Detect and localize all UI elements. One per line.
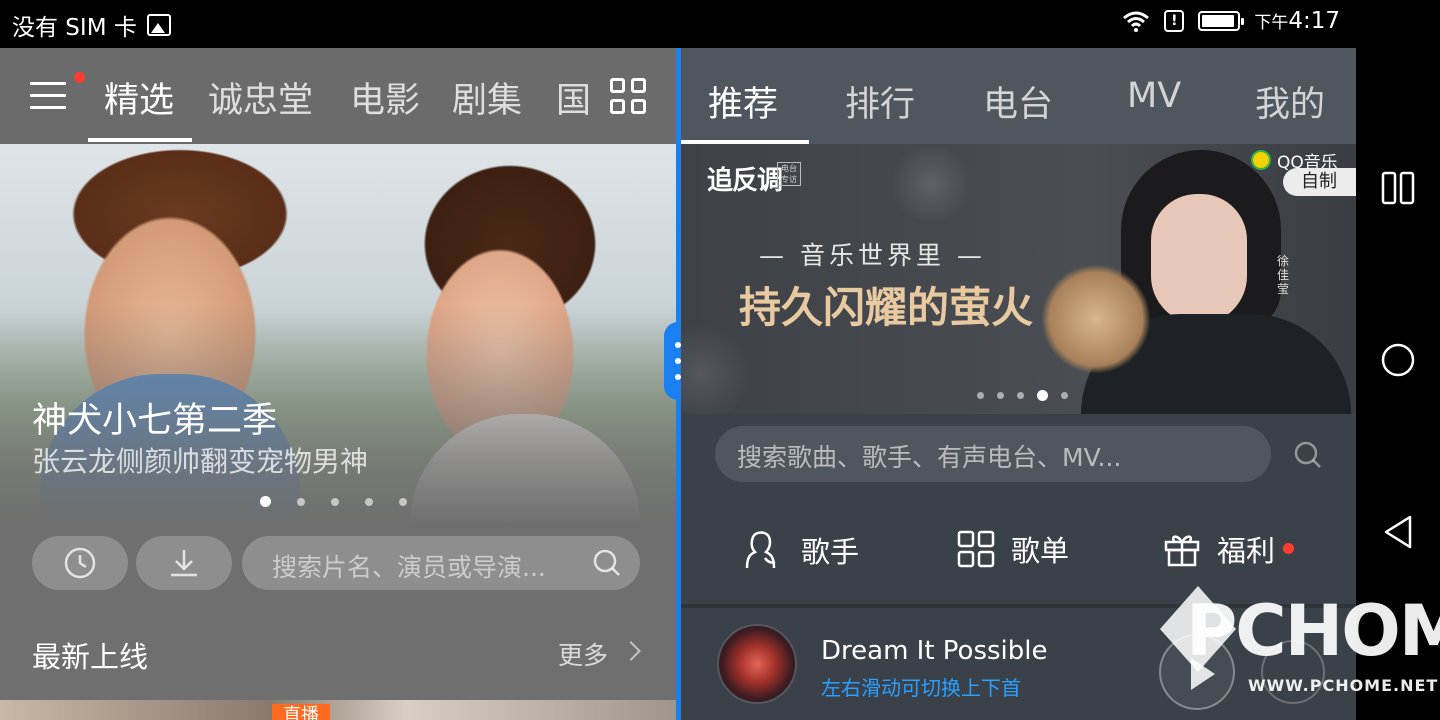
music-banner[interactable]: 追反调 电台专访 — 音乐世界里 — 持久闪耀的萤火 QQ音乐 自制 徐佳莹	[681, 144, 1356, 414]
time-period: 下午	[1254, 13, 1289, 33]
album-art[interactable]	[717, 624, 797, 704]
tab-movies[interactable]: 电影	[350, 72, 420, 123]
music-search-input[interactable]: 搜索歌曲、歌手、有声电台、MV...	[715, 426, 1271, 482]
play-button[interactable]	[1159, 634, 1235, 710]
tab-partial[interactable]: 国	[556, 72, 591, 116]
download-button[interactable]	[136, 536, 232, 590]
tab-series[interactable]: 剧集	[452, 72, 522, 123]
notification-dot	[1283, 542, 1295, 554]
tab-radio[interactable]: 电台	[983, 76, 1053, 127]
quick-link-singers[interactable]: 歌手	[739, 528, 859, 572]
live-badge: 直播	[272, 704, 330, 720]
tab-charts[interactable]: 排行	[845, 76, 915, 127]
more-link[interactable]: 更多	[558, 636, 608, 672]
clock: 4:17	[1288, 8, 1340, 34]
status-bar: 没有 SIM 卡 ! 下午4:17	[0, 0, 1356, 48]
search-icon[interactable]	[1293, 440, 1323, 470]
split-screen-icon[interactable]	[1380, 170, 1416, 206]
quick-link-label: 福利	[1217, 534, 1276, 568]
quick-link-benefits[interactable]: 福利	[1163, 528, 1295, 570]
playlist-button[interactable]	[1261, 640, 1325, 704]
all-channels-grid-icon[interactable]	[610, 78, 646, 114]
tab-mine[interactable]: 我的	[1255, 76, 1325, 127]
banner-brand: 追反调	[707, 166, 783, 196]
battery-icon	[1198, 11, 1245, 31]
banner-subtitle: 张云龙侧颜帅翻变宠物男神	[32, 445, 369, 478]
quick-link-label: 歌手	[801, 535, 860, 569]
download-icon	[171, 550, 197, 577]
video-search-placeholder: 搜索片名、演员或导演...	[272, 553, 546, 582]
menu-icon[interactable]	[30, 82, 66, 110]
video-app-panel: 精选 诚忠堂 电影 剧集 国 神犬小七第二季 张云龙侧颜帅翻变宠物男神 搜索片名…	[0, 48, 676, 720]
wifi-icon	[1123, 11, 1150, 32]
carrier-label: 没有 SIM 卡	[12, 15, 137, 41]
song-title: Dream It Possible	[821, 636, 1048, 666]
banner-brand-tag: 电台专访	[777, 162, 801, 186]
tab-mv[interactable]: MV	[1127, 76, 1181, 116]
mini-player[interactable]: Dream It Possible 左右滑动可切换上下首	[681, 608, 1356, 720]
system-nav-bar	[1356, 0, 1440, 720]
tab-recommend[interactable]: 推荐	[708, 76, 778, 127]
video-search-input[interactable]: 搜索片名、演员或导演...	[242, 536, 640, 590]
quick-link-playlists[interactable]: 歌单	[957, 528, 1069, 570]
quick-link-label: 歌单	[1011, 534, 1070, 568]
tab-chengzhongtang[interactable]: 诚忠堂	[208, 72, 313, 123]
latest-thumbnails-row[interactable]	[0, 700, 676, 720]
music-search-placeholder: 搜索歌曲、歌手、有声电台、MV...	[737, 443, 1122, 472]
active-tab-indicator	[88, 138, 192, 142]
alert-icon: !	[1164, 10, 1185, 32]
banner-title: 神犬小七第二季	[32, 401, 278, 441]
home-icon[interactable]	[1380, 342, 1416, 378]
chevron-right-icon	[621, 641, 641, 661]
banner-line1: — 音乐世界里 —	[759, 241, 986, 270]
banner-pagination	[260, 496, 407, 507]
notification-dot	[74, 72, 85, 83]
playlist-grid-icon	[957, 530, 995, 568]
history-clock-icon	[64, 547, 96, 579]
gift-icon	[1164, 535, 1200, 567]
back-icon[interactable]	[1380, 514, 1416, 550]
banner-pagination	[977, 390, 1068, 401]
search-icon	[593, 549, 620, 576]
banner-line2: 持久闪耀的萤火	[739, 283, 1034, 332]
qq-music-icon	[1251, 150, 1271, 170]
history-button[interactable]	[32, 536, 128, 590]
banner-artist-name: 徐佳莹	[1277, 254, 1290, 296]
banner-badge: 自制	[1283, 168, 1356, 196]
image-notification-icon	[146, 14, 171, 36]
section-title-latest: 最新上线	[32, 640, 149, 674]
music-app-panel: 推荐 排行 电台 MV 我的 追反调 电台专访 — 音乐世界里 — 持久闪耀的萤…	[681, 48, 1356, 720]
tab-featured[interactable]: 精选	[104, 72, 174, 123]
swipe-hint: 左右滑动可切换上下首	[821, 676, 1021, 700]
video-tab-bar: 精选 诚忠堂 电影 剧集 国	[0, 48, 676, 144]
singer-icon	[745, 531, 776, 569]
music-tab-bar: 推荐 排行 电台 MV 我的	[681, 48, 1356, 144]
featured-banner[interactable]: 神犬小七第二季 张云龙侧颜帅翻变宠物男神	[0, 144, 676, 524]
